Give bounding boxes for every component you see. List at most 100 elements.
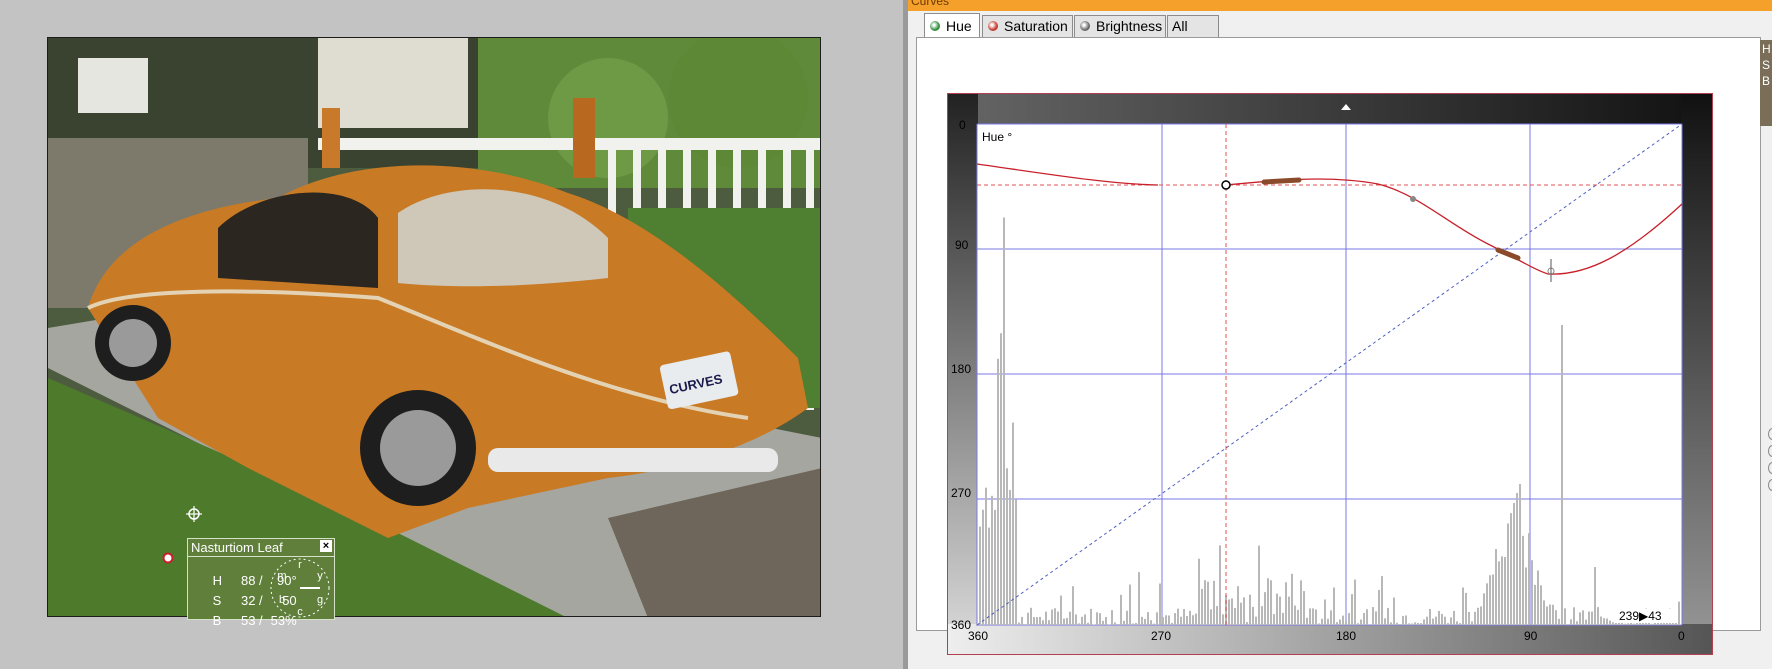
histogram-bar — [1609, 620, 1611, 625]
tab-saturation[interactable]: Saturation — [982, 15, 1073, 37]
histogram-bar — [1204, 580, 1206, 625]
side-letter: H — [1762, 42, 1771, 56]
histogram-bar — [1111, 610, 1113, 625]
histogram-bar — [1282, 612, 1284, 625]
histogram-bar — [1105, 617, 1107, 625]
window-title: Curves — [911, 0, 950, 8]
histogram-bar — [1180, 616, 1182, 625]
histogram-bar — [1402, 616, 1404, 625]
histogram-bar — [1516, 493, 1518, 625]
histogram-bar — [1558, 618, 1560, 625]
radio-button[interactable] — [1768, 428, 1772, 440]
close-icon[interactable]: × — [320, 540, 332, 552]
channel-label: Hue ° — [982, 130, 1012, 144]
histogram-bar — [1216, 606, 1218, 625]
curve-editor[interactable]: Hue ° 239▶43 0 90 180 270 360 360 270 18… — [947, 93, 1713, 655]
histogram-bar — [1531, 560, 1533, 625]
histogram-bar — [1492, 574, 1494, 625]
control-point-icon[interactable] — [1221, 180, 1231, 190]
histogram-bar — [1471, 621, 1473, 625]
histogram-bar — [1501, 556, 1503, 625]
curve-handle[interactable] — [1261, 177, 1302, 185]
title-bar[interactable]: Curves — [908, 0, 1772, 11]
histogram-bar — [1090, 608, 1092, 625]
histogram-bar — [1297, 609, 1299, 625]
histogram-bar — [1606, 618, 1608, 625]
histogram-bar — [1315, 609, 1317, 625]
histogram-bar — [1195, 613, 1197, 625]
histogram-bar — [1213, 580, 1215, 625]
histogram-bar — [1276, 593, 1278, 625]
radio-button[interactable] — [1768, 445, 1772, 457]
histogram-bar — [1030, 607, 1032, 625]
histogram-bar — [1612, 622, 1614, 625]
histogram-bar — [1060, 595, 1062, 625]
histogram-bar — [1273, 614, 1275, 625]
sample-point-icon[interactable] — [161, 552, 175, 564]
photo-canvas[interactable]: CURVES — [47, 37, 821, 617]
histogram-bar — [1363, 612, 1365, 625]
histogram-bar — [1540, 585, 1542, 625]
saturation-dot-icon — [988, 21, 998, 31]
histogram-bar — [1069, 611, 1071, 625]
histogram-bar — [1333, 587, 1335, 625]
histogram-bar — [1162, 617, 1164, 625]
histogram-bar — [1393, 597, 1395, 625]
histogram-bar — [1651, 623, 1653, 625]
x-tick-label: 180 — [1336, 629, 1356, 643]
histogram-bar — [1444, 616, 1446, 625]
histogram-bar — [1222, 614, 1224, 625]
tab-brightness[interactable]: Brightness — [1074, 15, 1166, 37]
histogram-bar — [1453, 610, 1455, 625]
histogram-bar — [1219, 545, 1221, 625]
histogram-bar — [1231, 598, 1233, 625]
x-tick-label: 0 — [1678, 629, 1685, 643]
histogram-bar — [1354, 579, 1356, 625]
histogram-bar — [1339, 619, 1341, 625]
histogram-bar — [1177, 608, 1179, 625]
histogram-bar — [1054, 608, 1056, 625]
histogram-bar — [1480, 606, 1482, 625]
histogram-bar — [1201, 588, 1203, 625]
histogram-bar — [1345, 621, 1347, 625]
histogram-bar — [1186, 616, 1188, 625]
top-gradient-bar — [948, 94, 1712, 124]
histogram-bar — [1051, 609, 1053, 625]
histogram-bar — [1384, 618, 1386, 625]
histogram-bar — [1312, 608, 1314, 625]
histogram-bar — [1129, 584, 1131, 625]
histogram-bar — [1627, 623, 1629, 625]
histogram-bar — [1210, 609, 1212, 625]
histogram-bar — [1258, 545, 1260, 625]
histogram-bar — [1075, 614, 1077, 625]
histogram-bar — [1489, 575, 1491, 625]
histogram-bar — [1045, 611, 1047, 625]
histogram-bar — [1159, 583, 1161, 625]
histogram-bar — [1324, 599, 1326, 625]
histogram-bar — [1117, 624, 1119, 625]
image-viewer: CURVES Nasturtiom Leaf × H 88 /90° S 32 /5… — [0, 0, 903, 669]
tab-hue[interactable]: Hue — [924, 13, 980, 37]
curve-graph[interactable]: Hue ° 239▶43 0 90 180 270 360 360 270 18… — [948, 94, 1712, 654]
color-sample-panel[interactable]: Nasturtiom Leaf × H 88 /90° S 32 /50 B 53 /… — [187, 538, 335, 628]
histogram-bar — [985, 487, 987, 625]
histogram-bar — [1042, 620, 1044, 625]
histogram-bar — [1600, 616, 1602, 625]
tab-all[interactable]: All — [1167, 15, 1219, 37]
crosshair-icon[interactable] — [186, 506, 202, 522]
histogram-bar — [1033, 617, 1035, 625]
histogram-bar — [1483, 593, 1485, 625]
histogram-bar — [1486, 583, 1488, 625]
histogram-bar — [997, 358, 999, 625]
histogram-bar — [1285, 582, 1287, 625]
radio-button[interactable] — [1768, 479, 1772, 491]
histogram-bar — [1174, 613, 1176, 625]
histogram-bar — [1267, 578, 1269, 625]
histogram-bar — [1633, 623, 1635, 625]
control-point-icon[interactable] — [1410, 196, 1416, 202]
histogram-bar — [1189, 610, 1191, 625]
histogram-bar — [1450, 617, 1452, 625]
histogram-bar — [1165, 615, 1167, 625]
histogram-bar — [1372, 607, 1374, 625]
radio-button[interactable] — [1768, 462, 1772, 474]
